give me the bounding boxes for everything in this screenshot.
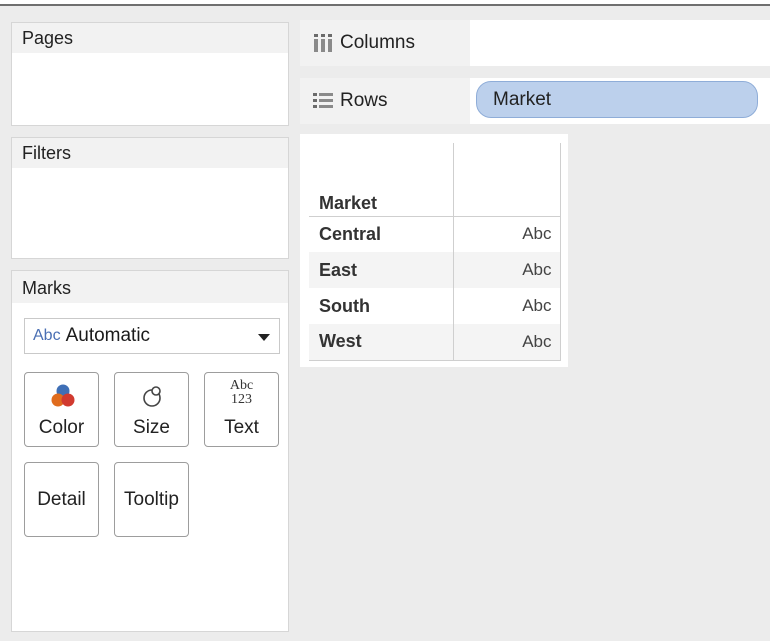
- columns-icon: [314, 34, 332, 52]
- text-icon-bottom: 123: [231, 392, 252, 407]
- pages-card[interactable]: Pages: [11, 22, 289, 126]
- mark-type-abc-icon: Abc: [33, 327, 61, 344]
- marks-card: Marks Abc Automatic Color Size Abc 123 T…: [11, 270, 289, 632]
- marks-card-title: Marks: [12, 271, 288, 303]
- pages-card-title: Pages: [12, 23, 288, 53]
- size-icon: [143, 386, 161, 407]
- text-icon: Abc 123: [205, 379, 278, 407]
- column-header-empty: [453, 143, 561, 217]
- text-icon-top: Abc: [229, 378, 254, 393]
- columns-shelf-label: Columns: [300, 20, 470, 66]
- market-pill[interactable]: Market: [476, 81, 758, 118]
- row-header-market[interactable]: Market: [309, 143, 454, 217]
- row-label[interactable]: West: [309, 324, 454, 361]
- row-label[interactable]: South: [309, 288, 454, 324]
- text-button[interactable]: Abc 123 Text: [204, 372, 279, 447]
- filters-card[interactable]: Filters: [11, 137, 289, 259]
- row-label[interactable]: East: [309, 252, 454, 288]
- rows-icon: [313, 93, 333, 108]
- crosstab-table: Market Central Abc East Abc South Abc We…: [309, 143, 561, 361]
- tooltip-button-label: Tooltip: [124, 489, 179, 510]
- text-mark[interactable]: Abc: [453, 324, 561, 361]
- text-mark[interactable]: Abc: [453, 252, 561, 288]
- detail-button[interactable]: Detail: [24, 462, 99, 537]
- size-button[interactable]: Size: [114, 372, 189, 447]
- detail-button-label: Detail: [37, 489, 86, 510]
- color-icon: [51, 384, 75, 407]
- rows-shelf-title: Rows: [340, 90, 388, 111]
- chevron-down-icon: [258, 334, 270, 341]
- columns-shelf[interactable]: Columns: [300, 20, 770, 66]
- color-button[interactable]: Color: [24, 372, 99, 447]
- view-canvas: Market Central Abc East Abc South Abc We…: [300, 134, 568, 367]
- window-top-edge: [0, 0, 770, 6]
- tooltip-button[interactable]: Tooltip: [114, 462, 189, 537]
- color-button-label: Color: [38, 417, 85, 438]
- columns-shelf-title: Columns: [340, 32, 415, 53]
- rows-shelf-label: Rows: [300, 78, 470, 124]
- mark-type-dropdown[interactable]: Abc Automatic: [24, 318, 280, 354]
- rows-shelf[interactable]: Rows Market: [300, 78, 770, 124]
- row-label[interactable]: Central: [309, 216, 454, 252]
- filters-card-title: Filters: [12, 138, 288, 168]
- size-button-label: Size: [133, 417, 170, 438]
- text-mark[interactable]: Abc: [453, 216, 561, 252]
- text-button-label: Text: [224, 417, 259, 438]
- text-mark[interactable]: Abc: [453, 288, 561, 324]
- mark-type-value: Automatic: [65, 325, 151, 346]
